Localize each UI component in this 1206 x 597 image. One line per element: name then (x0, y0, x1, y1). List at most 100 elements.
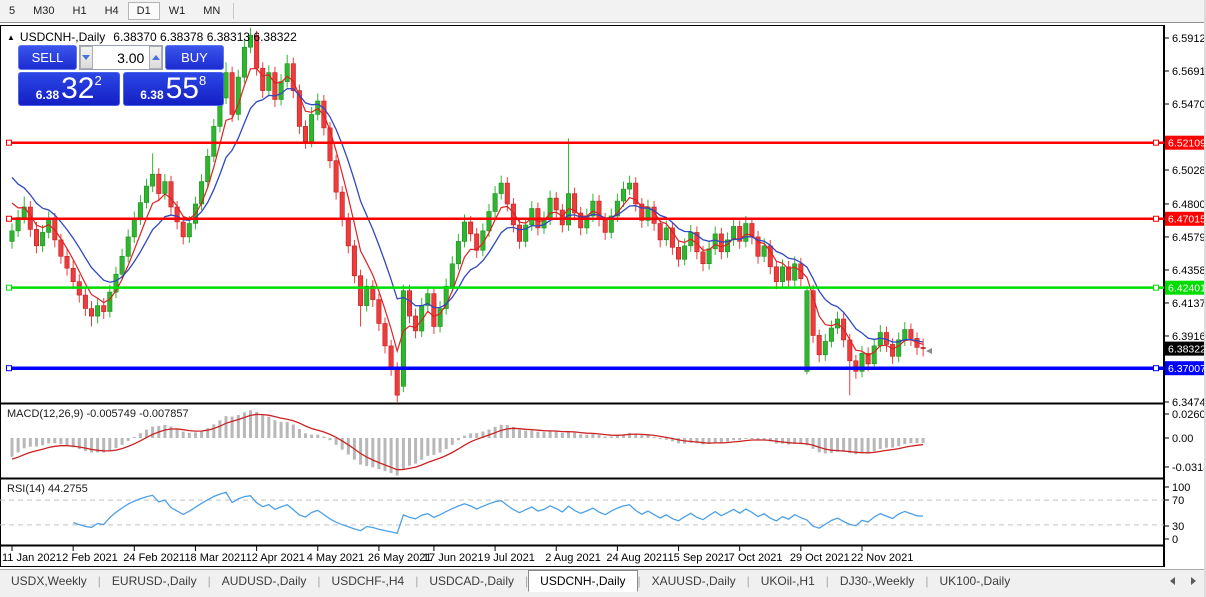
macd-axis-label: 0.02607 (1172, 409, 1206, 421)
candle-body (468, 222, 472, 234)
candle-body (493, 194, 497, 212)
macd-bar (218, 420, 221, 438)
candle-body (701, 252, 705, 264)
macd-axis-label: -0.03187 (1172, 462, 1206, 474)
hline-anchor[interactable] (1154, 216, 1159, 221)
tab-usdcad-daily[interactable]: USDCAD-,Daily (418, 570, 525, 591)
macd-bar (194, 432, 197, 438)
tab-scroll-arrows (1170, 577, 1196, 585)
macd-bar (848, 438, 851, 453)
current-price-label: 6.38322 (1168, 343, 1206, 355)
macd-bar (702, 438, 705, 445)
candle-body (774, 267, 778, 282)
timeframe-m30[interactable]: M30 (24, 2, 63, 20)
macd-bar (463, 436, 466, 438)
tab-eurusd-daily[interactable]: EURUSD-,Daily (101, 570, 208, 591)
tab-scroll-left-icon[interactable] (1170, 577, 1175, 585)
date-axis-label: 24 Aug 2021 (606, 552, 668, 564)
candle-body (120, 256, 124, 274)
tab-dj30-weekly[interactable]: DJ30-,Weekly (829, 570, 925, 591)
hline-anchor[interactable] (1154, 140, 1159, 145)
chart-symbol-period: USDCNH-,Daily (20, 30, 105, 44)
candle-body (279, 82, 283, 100)
candle-body (872, 346, 876, 364)
collapse-icon[interactable]: ▲ (7, 33, 15, 42)
macd-bar (897, 438, 900, 446)
candle-body (554, 198, 558, 210)
tab-audusd-daily[interactable]: AUDUSD-,Daily (211, 570, 318, 591)
macd-bar (335, 438, 338, 445)
hline-anchor[interactable] (7, 366, 12, 371)
timeframe-d1[interactable]: D1 (128, 2, 160, 20)
macd-bar (231, 417, 234, 438)
macd-bar (640, 435, 643, 438)
sell-price-display[interactable]: 6.38322 (18, 72, 120, 106)
macd-bar (66, 438, 69, 446)
macd-bar (377, 438, 380, 469)
macd-bar (714, 438, 717, 443)
candle-body (793, 264, 797, 280)
macd-bar (903, 438, 906, 444)
macd-bar (188, 433, 191, 438)
volume-spinner (79, 45, 163, 70)
volume-increase-button[interactable] (149, 46, 162, 69)
macd-bar (212, 424, 215, 438)
candle-body (603, 219, 607, 232)
macd-bar (445, 438, 448, 449)
candle-body (83, 295, 87, 308)
candle-body (95, 306, 99, 317)
timeframe-h4[interactable]: H4 (96, 2, 128, 20)
tab-usdchf-h4[interactable]: USDCHF-,H4 (321, 570, 416, 591)
hline-anchor[interactable] (7, 140, 12, 145)
price-axis-label: 6.39165 (1172, 331, 1206, 343)
buy-price-display[interactable]: 6.38558 (123, 72, 225, 106)
macd-bar (420, 438, 423, 460)
sell-button[interactable]: SELL (18, 45, 77, 70)
macd-bar (524, 431, 527, 438)
date-axis-label: 24 Feb 2021 (123, 552, 185, 564)
candle-body (157, 174, 161, 193)
rsi-value: 44.2755 (48, 483, 88, 495)
macd-bar (84, 438, 87, 451)
macd-bar (402, 438, 405, 469)
macd-bar (255, 412, 258, 438)
tab-usdcnh-daily[interactable]: USDCNH-,Daily (528, 570, 637, 592)
rsi-axis-label: 100 (1172, 482, 1190, 494)
macd-bar (585, 435, 588, 438)
hline-anchor[interactable] (1154, 285, 1159, 290)
candle-body (291, 64, 295, 91)
macd-bar (41, 438, 44, 445)
candle-body (432, 294, 436, 327)
chart-ohlc-quote: 6.38370 6.38378 6.38313 6.38322 (113, 30, 297, 44)
hline-anchor[interactable] (7, 216, 12, 221)
timeframe-5[interactable]: 5 (0, 2, 24, 20)
tab-scroll-right-icon[interactable] (1191, 577, 1196, 585)
timeframe-w1[interactable]: W1 (160, 2, 195, 20)
tab-usdx-weekly[interactable]: USDX,Weekly (0, 570, 98, 591)
macd-bar (359, 438, 362, 465)
tab-xauusd-daily[interactable]: XAUUSD-,Daily (641, 570, 747, 591)
macd-bar (567, 432, 570, 438)
macd-bar (518, 430, 521, 438)
timeframe-h1[interactable]: H1 (64, 2, 96, 20)
macd-bar (163, 425, 166, 438)
chart-window-frame (1, 26, 1164, 567)
candle-body (65, 256, 69, 268)
timeframe-mn[interactable]: MN (194, 2, 229, 20)
buy-button[interactable]: BUY (165, 45, 224, 70)
volume-input[interactable] (93, 46, 150, 69)
date-axis-label: 18 Mar 2021 (184, 552, 246, 564)
candle-body (126, 237, 130, 256)
macd-bar (738, 438, 741, 440)
candle-body (212, 126, 216, 156)
macd-bar (506, 425, 509, 438)
hline-anchor[interactable] (7, 285, 12, 290)
candle-body (909, 330, 913, 339)
candle-body (487, 212, 491, 231)
hline-anchor[interactable] (1154, 366, 1159, 371)
candle-body (829, 328, 833, 341)
volume-decrease-button[interactable] (80, 46, 93, 69)
macd-bar (543, 432, 546, 438)
tab-ukoil-h1[interactable]: UKOil-,H1 (750, 570, 826, 591)
tab-uk100-daily[interactable]: UK100-,Daily (929, 570, 1022, 591)
